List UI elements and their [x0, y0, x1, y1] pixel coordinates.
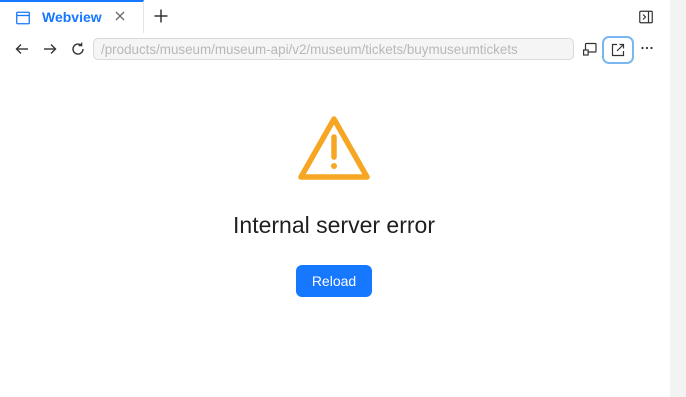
- webview-window: Webview /products/museum/museum-api/v2/m…: [0, 0, 686, 397]
- tab-label: Webview: [42, 9, 102, 25]
- error-page: Internal server error Reload: [0, 67, 670, 397]
- address-bar[interactable]: [93, 38, 574, 60]
- url-input[interactable]: [94, 39, 573, 59]
- cast-icon[interactable]: [583, 42, 597, 56]
- panel-collapse-icon[interactable]: [639, 10, 653, 24]
- reload-button[interactable]: Reload: [296, 265, 372, 297]
- arrow-left-icon[interactable]: [14, 41, 30, 57]
- tab-bar: Webview: [0, 0, 670, 34]
- error-title: Internal server error: [233, 212, 435, 238]
- tab-webview[interactable]: Webview: [0, 0, 144, 33]
- navigation-bar: [0, 33, 670, 67]
- open-external-button[interactable]: [602, 36, 634, 64]
- close-icon[interactable]: [113, 9, 127, 23]
- arrow-right-icon[interactable]: [42, 41, 58, 57]
- ellipsis-icon[interactable]: [640, 41, 654, 55]
- external-link-icon: [611, 43, 625, 57]
- browser-window-icon: [16, 11, 30, 25]
- scrollbar-track[interactable]: [670, 0, 686, 397]
- warning-triangle-icon: [298, 116, 370, 180]
- plus-icon[interactable]: [153, 8, 169, 24]
- refresh-icon[interactable]: [70, 41, 86, 57]
